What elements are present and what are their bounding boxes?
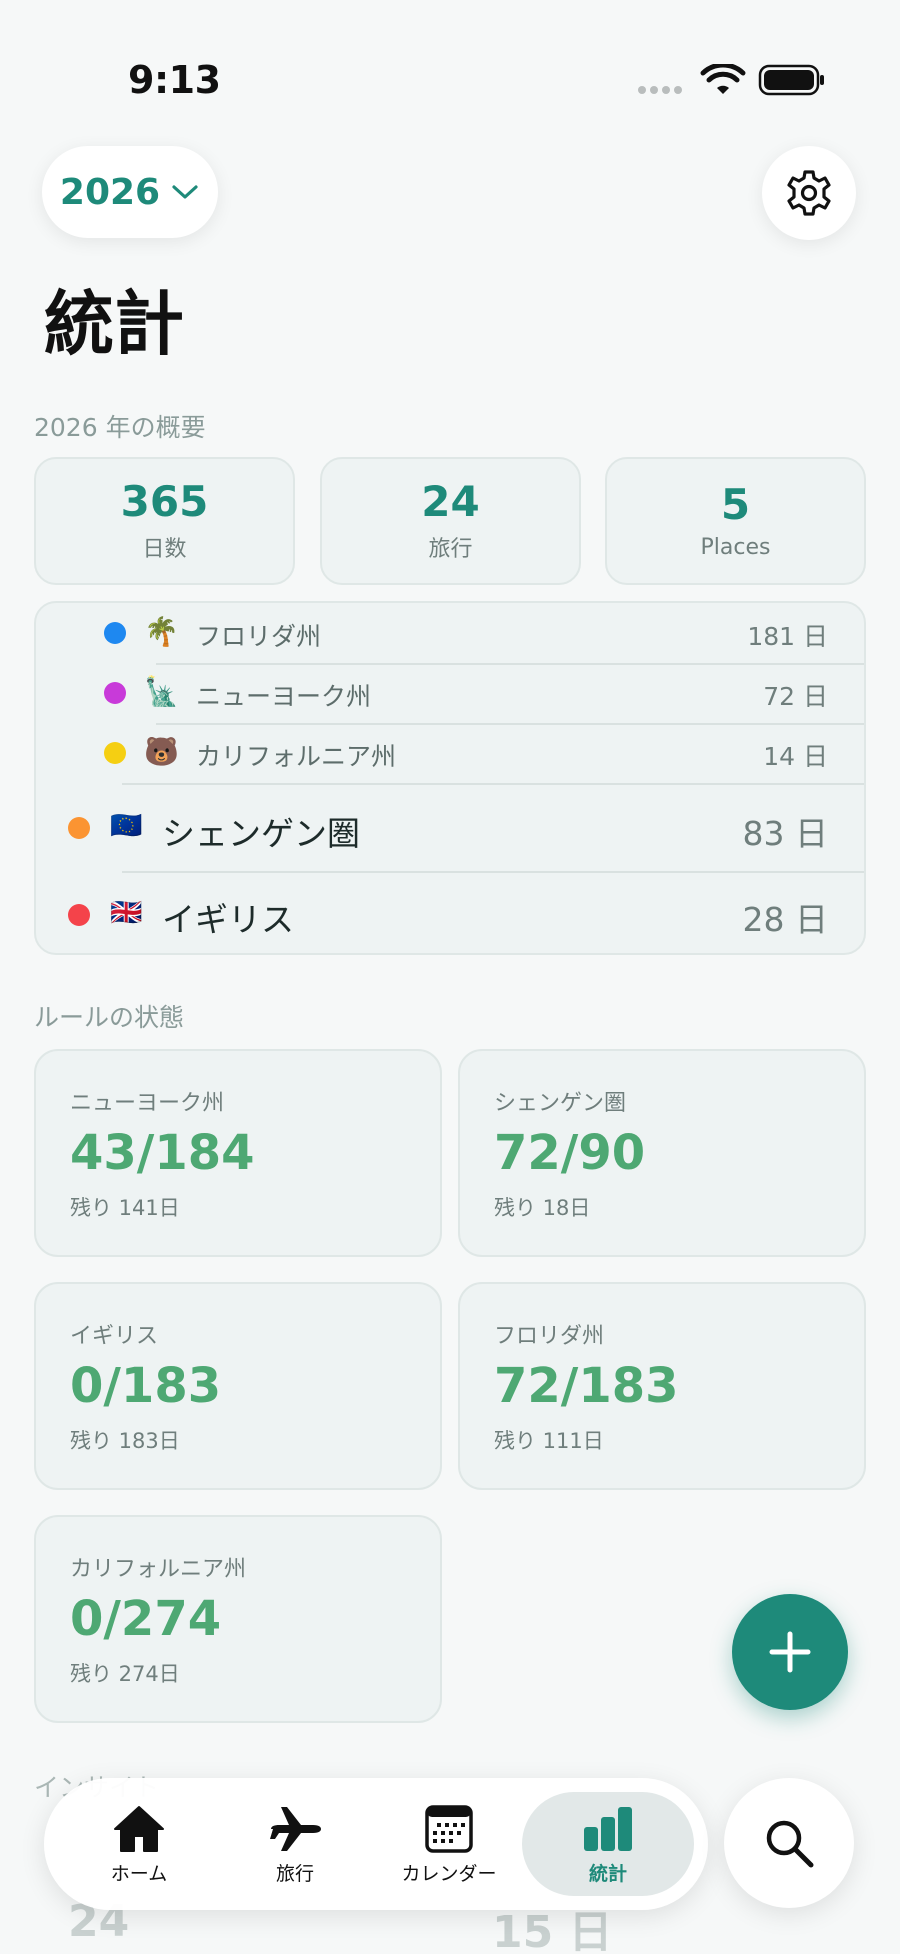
summary-label: 旅行 xyxy=(428,537,473,563)
settings-button[interactable] xyxy=(762,146,856,240)
place-row-schengen[interactable]: 🇪🇺 シェンゲン圏 83 日 xyxy=(36,785,864,871)
overview-section-label: 2026 年の概要 xyxy=(34,413,206,442)
rule-remaining: 残り 111日 xyxy=(494,1428,604,1453)
rule-remaining: 残り 274日 xyxy=(70,1661,180,1686)
place-name: シェンゲン圏 xyxy=(162,814,360,853)
place-name: イギリス xyxy=(162,900,294,939)
add-trip-button[interactable] xyxy=(732,1594,848,1710)
rule-ratio: 43/184 xyxy=(70,1125,255,1181)
rule-ratio: 72/90 xyxy=(494,1125,646,1181)
place-days: 181 日 xyxy=(747,622,828,651)
tab-home[interactable]: ホーム xyxy=(64,1792,214,1896)
place-color-dot xyxy=(68,904,90,926)
summary-card-trips: 24 旅行 xyxy=(320,457,581,585)
gear-icon xyxy=(787,170,831,216)
place-row-new-york[interactable]: 🗽 ニューヨーク州 72 日 xyxy=(36,663,864,723)
rule-name: ニューヨーク州 xyxy=(70,1091,225,1116)
palm-tree-icon: 🌴 xyxy=(144,615,179,648)
tab-calendar[interactable]: カレンダー xyxy=(374,1792,524,1896)
bear-icon: 🐻 xyxy=(144,735,179,768)
place-name: カリフォルニア州 xyxy=(196,742,397,771)
wifi-icon xyxy=(700,64,746,94)
search-icon xyxy=(766,1820,814,1868)
rule-ratio: 0/183 xyxy=(70,1358,222,1414)
plus-icon xyxy=(769,1631,811,1673)
status-time: 9:13 xyxy=(128,58,221,102)
summary-card-days: 365 日数 xyxy=(34,457,295,585)
place-color-dot xyxy=(104,742,126,764)
chevron-down-icon xyxy=(172,185,198,199)
rule-card-schengen[interactable]: シェンゲン圏 72/90 残り 18日 xyxy=(458,1049,866,1257)
place-days: 14 日 xyxy=(763,742,828,771)
place-color-dot xyxy=(104,622,126,644)
summary-label: Places xyxy=(700,534,771,560)
rule-name: フロリダ州 xyxy=(494,1324,605,1349)
place-row-california[interactable]: 🐻 カリフォルニア州 14 日 xyxy=(36,723,864,783)
place-name: ニューヨーク州 xyxy=(196,682,372,711)
uk-flag-icon: 🇬🇧 xyxy=(110,898,143,928)
rule-remaining: 残り 141日 xyxy=(70,1195,180,1220)
statue-of-liberty-icon: 🗽 xyxy=(144,675,179,708)
cellular-signal-icon xyxy=(638,86,686,96)
rules-section-label: ルールの状態 xyxy=(34,1003,185,1032)
summary-label: 日数 xyxy=(142,537,187,563)
rule-name: イギリス xyxy=(70,1324,159,1349)
rule-name: シェンゲン圏 xyxy=(494,1091,627,1116)
year-label: 2026 xyxy=(59,171,161,213)
rule-card-california[interactable]: カリフォルニア州 0/274 残り 274日 xyxy=(34,1515,442,1723)
page-title: 統計 xyxy=(44,283,184,365)
place-row-florida[interactable]: 🌴 フロリダ州 181 日 xyxy=(36,603,864,663)
summary-value: 24 xyxy=(421,476,480,526)
tab-trips[interactable]: 旅行 xyxy=(220,1792,370,1896)
calendar-icon xyxy=(425,1804,473,1853)
place-name: フロリダ州 xyxy=(196,622,322,651)
chart-bar-icon xyxy=(584,1806,632,1851)
rule-remaining: 残り 18日 xyxy=(494,1195,591,1220)
tab-label: ホーム xyxy=(110,1862,168,1885)
house-icon xyxy=(114,1805,164,1852)
search-button[interactable] xyxy=(724,1778,854,1908)
year-selector[interactable]: 2026 xyxy=(42,146,218,238)
eu-flag-icon: 🇪🇺 xyxy=(110,811,143,841)
tab-label: 旅行 xyxy=(275,1862,314,1885)
rule-name: カリフォルニア州 xyxy=(70,1557,247,1582)
tab-label: 統計 xyxy=(588,1862,627,1885)
battery-icon xyxy=(758,64,824,96)
place-days: 28 日 xyxy=(742,900,828,939)
bottom-nav: ホーム 旅行 カレンダー 統計 xyxy=(44,1778,708,1910)
place-row-uk[interactable]: 🇬🇧 イギリス 28 日 xyxy=(36,873,864,953)
rule-card-uk[interactable]: イギリス 0/183 残り 183日 xyxy=(34,1282,442,1490)
place-color-dot xyxy=(68,817,90,839)
tab-label: カレンダー xyxy=(401,1862,497,1885)
places-list: 🌴 フロリダ州 181 日 🗽 ニューヨーク州 72 日 🐻 カリフォルニア州 … xyxy=(34,601,866,955)
airplane-icon xyxy=(270,1806,321,1851)
place-color-dot xyxy=(104,682,126,704)
place-days: 83 日 xyxy=(742,814,828,853)
rule-ratio: 0/274 xyxy=(70,1591,222,1647)
rule-card-new-york[interactable]: ニューヨーク州 43/184 残り 141日 xyxy=(34,1049,442,1257)
place-days: 72 日 xyxy=(763,682,828,711)
rule-ratio: 72/183 xyxy=(494,1358,679,1414)
tab-stats[interactable]: 統計 xyxy=(522,1792,694,1896)
summary-value: 365 xyxy=(120,476,209,526)
summary-value: 5 xyxy=(720,480,751,530)
rule-remaining: 残り 183日 xyxy=(70,1428,180,1453)
rule-card-florida[interactable]: フロリダ州 72/183 残り 111日 xyxy=(458,1282,866,1490)
summary-card-places: 5 Places xyxy=(605,457,866,585)
